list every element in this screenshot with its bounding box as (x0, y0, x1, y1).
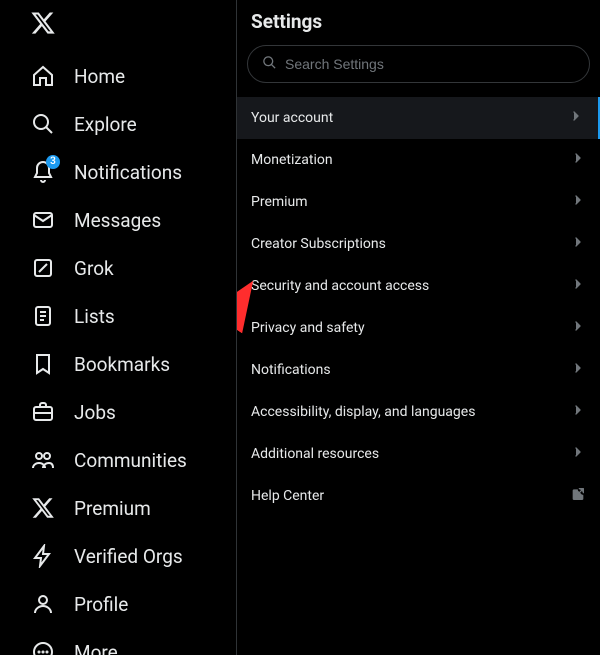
nav-jobs[interactable]: Jobs (0, 388, 236, 436)
chevron-right-icon (570, 234, 586, 254)
setting-label: Privacy and safety (251, 320, 365, 336)
logo-row (0, 6, 236, 52)
setting-label: Your account (251, 110, 333, 126)
setting-label: Premium (251, 194, 308, 210)
chevron-right-icon (570, 150, 586, 170)
nav-label: More (74, 641, 118, 655)
page-title: Settings (237, 0, 600, 41)
search-input[interactable] (285, 56, 575, 72)
settings-security-access[interactable]: Security and account access (237, 265, 600, 307)
settings-premium[interactable]: Premium (237, 181, 600, 223)
bookmark-icon (30, 351, 56, 377)
settings-your-account[interactable]: Your account (237, 97, 600, 139)
setting-label: Monetization (251, 152, 333, 168)
chevron-right-icon (570, 276, 586, 296)
search-icon (262, 55, 277, 74)
chevron-right-icon (570, 402, 586, 422)
setting-label: Notifications (251, 362, 331, 378)
nav-label: Premium (74, 497, 151, 520)
nav-premium[interactable]: Premium (0, 484, 236, 532)
search-wrap (237, 41, 600, 97)
profile-icon (30, 591, 56, 617)
home-icon (30, 63, 56, 89)
search-settings[interactable] (247, 45, 590, 83)
nav-explore[interactable]: Explore (0, 100, 236, 148)
chevron-right-icon (570, 444, 586, 464)
nav-label: Home (74, 65, 125, 88)
nav-bookmarks[interactable]: Bookmarks (0, 340, 236, 388)
settings-accessibility[interactable]: Accessibility, display, and languages (237, 391, 600, 433)
nav-label: Explore (74, 113, 137, 136)
bell-icon: 3 (30, 159, 56, 185)
nav-label: Grok (74, 257, 114, 280)
nav-grok[interactable]: Grok (0, 244, 236, 292)
nav-label: Messages (74, 209, 161, 232)
nav-label: Profile (74, 593, 128, 616)
setting-label: Additional resources (251, 446, 379, 462)
nav-notifications[interactable]: 3 Notifications (0, 148, 236, 196)
nav-label: Communities (74, 449, 187, 472)
list-icon (30, 303, 56, 329)
settings-additional-resources[interactable]: Additional resources (237, 433, 600, 475)
nav-home[interactable]: Home (0, 52, 236, 100)
setting-label: Help Center (251, 488, 324, 504)
primary-sidebar: Home Explore 3 Notifications Messages (0, 0, 237, 655)
nav-label: Verified Orgs (74, 545, 183, 568)
chevron-right-icon (568, 108, 584, 128)
settings-creator-subscriptions[interactable]: Creator Subscriptions (237, 223, 600, 265)
briefcase-icon (30, 399, 56, 425)
nav-label: Bookmarks (74, 353, 170, 376)
chevron-right-icon (570, 318, 586, 338)
external-link-icon (570, 486, 586, 506)
grok-icon (30, 255, 56, 281)
x-logo-icon (30, 495, 56, 521)
nav-more[interactable]: More (0, 628, 236, 655)
setting-label: Accessibility, display, and languages (251, 404, 475, 420)
x-logo-icon[interactable] (30, 21, 56, 40)
nav-label: Notifications (74, 161, 182, 184)
search-icon (30, 111, 56, 137)
chevron-right-icon (570, 192, 586, 212)
setting-label: Security and account access (251, 278, 429, 294)
nav-messages[interactable]: Messages (0, 196, 236, 244)
nav-lists[interactable]: Lists (0, 292, 236, 340)
nav-profile[interactable]: Profile (0, 580, 236, 628)
settings-help-center[interactable]: Help Center (237, 475, 600, 517)
nav-label: Lists (74, 305, 115, 328)
settings-list: Your account Monetization Premium Creato… (237, 97, 600, 517)
mail-icon (30, 207, 56, 233)
nav-communities[interactable]: Communities (0, 436, 236, 484)
lightning-icon (30, 543, 56, 569)
settings-panel: Settings Your account Monetization Premi… (237, 0, 600, 655)
nav-list: Home Explore 3 Notifications Messages (0, 52, 236, 655)
setting-label: Creator Subscriptions (251, 236, 386, 252)
settings-monetization[interactable]: Monetization (237, 139, 600, 181)
nav-label: Jobs (74, 401, 116, 424)
nav-verified-orgs[interactable]: Verified Orgs (0, 532, 236, 580)
chevron-right-icon (570, 360, 586, 380)
notifications-badge: 3 (46, 155, 60, 169)
settings-notifications[interactable]: Notifications (237, 349, 600, 391)
more-icon (30, 639, 56, 655)
communities-icon (30, 447, 56, 473)
settings-privacy-safety[interactable]: Privacy and safety (237, 307, 600, 349)
